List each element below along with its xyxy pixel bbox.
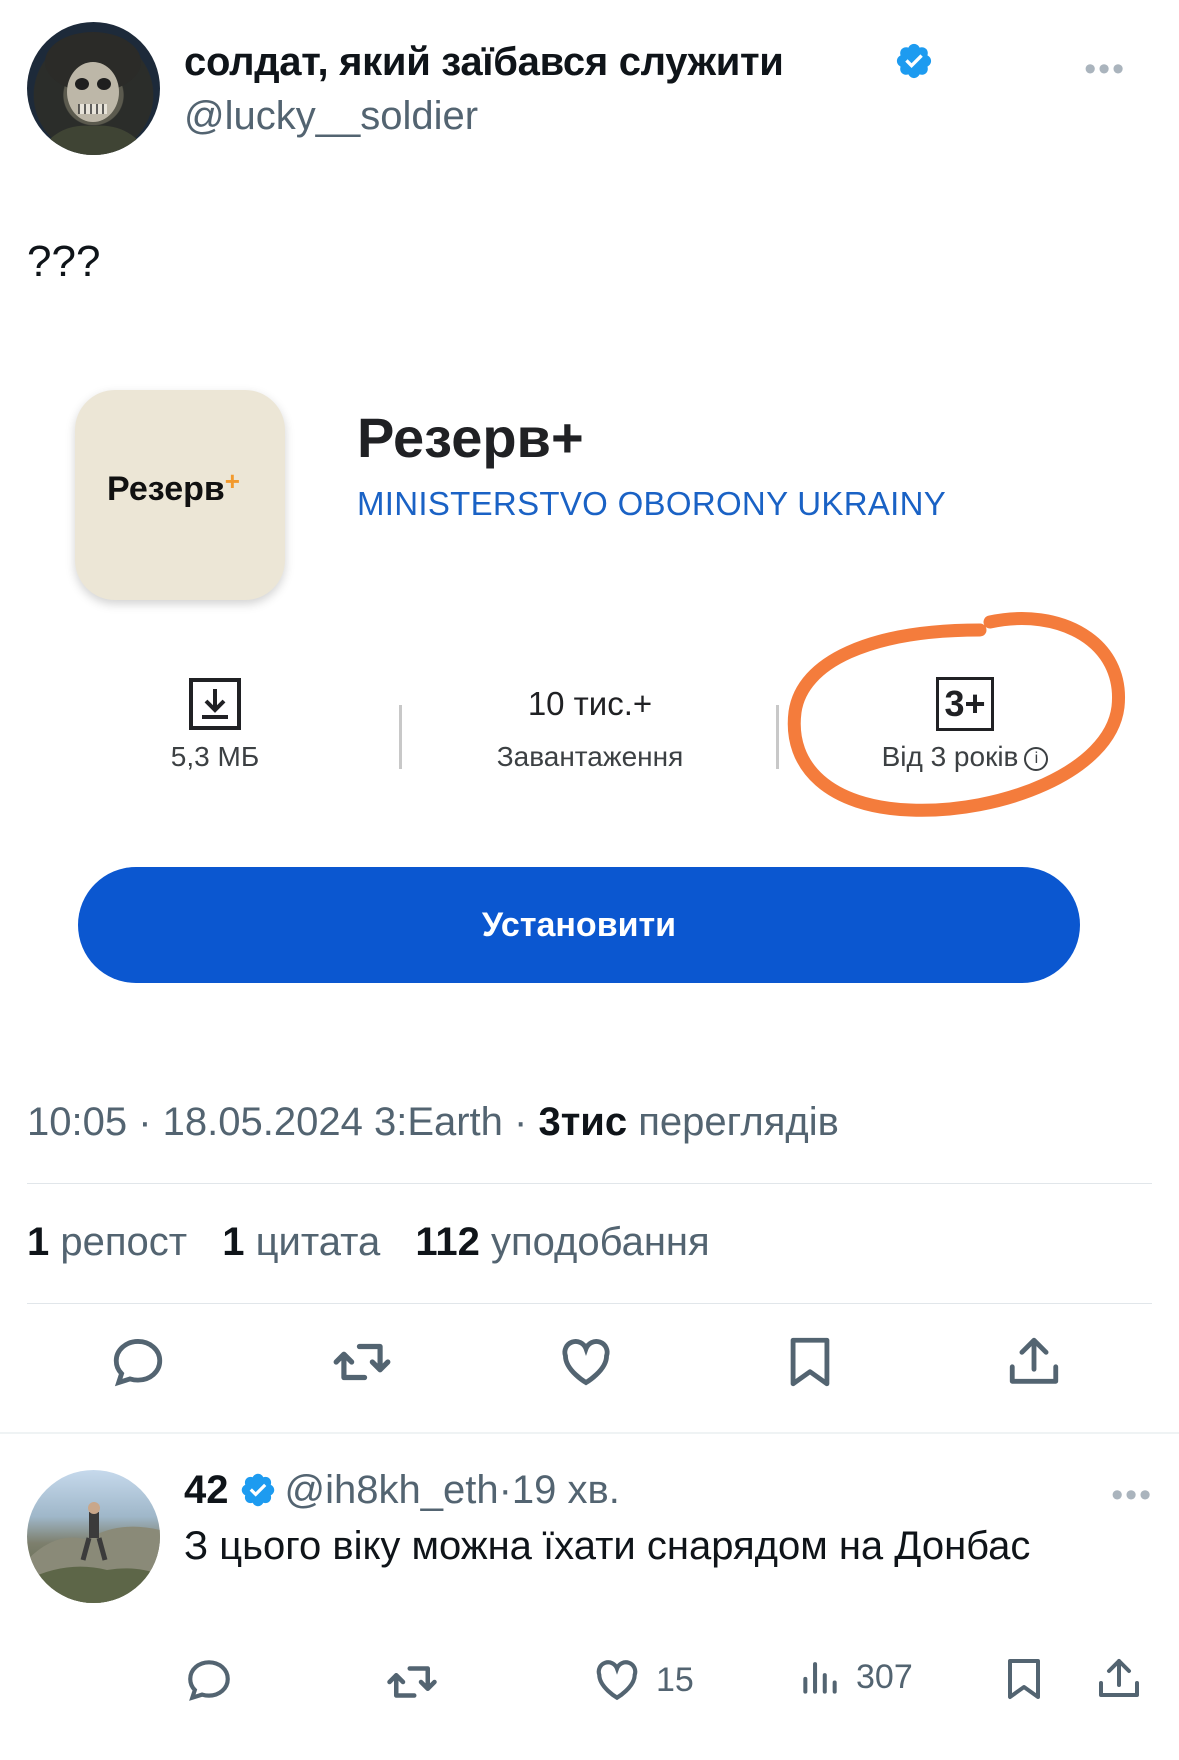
divider (27, 1303, 1152, 1304)
tweet-header: солдат, який заїбався служити @lucky__so… (27, 22, 1152, 158)
install-button[interactable]: Установити (78, 867, 1080, 983)
annotation-circle (787, 612, 1125, 817)
tweet-actions (0, 1330, 1179, 1410)
tweet-meta: 10:05 · 18.05.2024 3:Earth · 3тис перегл… (27, 1100, 839, 1145)
engagement-stats: 1 репост 1 цитата 112 уподобання (27, 1220, 734, 1265)
reply-actions: 15 307 (0, 1655, 1179, 1715)
tweet-text: ??? (27, 237, 101, 286)
author-avatar[interactable] (27, 22, 160, 155)
reply-likes-count: 15 (656, 1660, 694, 1699)
quotes-label: цитата (255, 1220, 381, 1264)
divider (0, 1432, 1179, 1434)
reply-icon (188, 1660, 230, 1701)
reply-bookmark-button[interactable] (1000, 1655, 1048, 1703)
views-icon (803, 1662, 837, 1694)
more-icon[interactable]: ••• (1111, 1476, 1153, 1515)
retweet-icon (387, 1666, 437, 1698)
likes-label: уподобання (490, 1220, 710, 1264)
app-icon-plus: + (224, 466, 240, 496)
verified-badge-icon (896, 43, 932, 79)
views-label: переглядів (627, 1100, 839, 1144)
app-title: Резерв+ (357, 406, 584, 469)
share-icon (1099, 1659, 1139, 1697)
divider (27, 1183, 1152, 1184)
more-icon[interactable]: ••• (1084, 50, 1126, 89)
reply-text: З цього віку можна їхати снарядом на Дон… (184, 1524, 1031, 1568)
stat-divider (776, 705, 779, 769)
quotes-stat[interactable]: 1 цитата (222, 1220, 380, 1264)
reply-author-name[interactable]: 42 (184, 1468, 229, 1512)
tweet-media-image[interactable]: Резерв+ Резерв+ MINISTERSTVO OBORONY UKR… (0, 345, 1179, 1005)
stat-downloads: 10 тис.+ Завантаження (430, 675, 750, 773)
reply-retweet-button[interactable] (385, 1655, 439, 1709)
stat-downloads-value: 10 тис.+ (527, 685, 653, 722)
app-icon-name: Резерв (107, 470, 225, 508)
reply-tweet[interactable]: 42 @ih8kh_eth·19 хв. ••• З цього віку мо… (0, 1440, 1179, 1760)
quotes-count: 1 (222, 1220, 245, 1264)
author-handle[interactable]: @lucky__soldier (184, 94, 478, 139)
reply-author-handle[interactable]: @ih8kh_eth (285, 1468, 499, 1512)
bookmark-icon[interactable] (778, 1330, 842, 1394)
likes-stat[interactable]: 112 уподобання (415, 1220, 709, 1264)
download-icon (189, 678, 241, 730)
heart-icon (596, 1660, 638, 1701)
reply-icon[interactable] (106, 1330, 170, 1394)
heart-icon[interactable] (554, 1330, 618, 1394)
reply-avatar[interactable] (27, 1470, 160, 1603)
reply-time[interactable]: 19 хв. (512, 1468, 620, 1512)
likes-count: 112 (415, 1220, 480, 1264)
stat-size: 5,3 МБ (110, 675, 320, 773)
author-name[interactable]: солдат, який заїбався служити (184, 40, 784, 85)
reply-views-count: 307 (856, 1657, 913, 1696)
share-icon[interactable] (1002, 1330, 1066, 1394)
stat-divider (399, 705, 402, 769)
views-count: 3тис (538, 1100, 628, 1144)
retweet-icon[interactable] (330, 1330, 394, 1394)
stat-downloads-label: Завантаження (496, 741, 684, 772)
bookmark-icon (1008, 1659, 1040, 1699)
reposts-count: 1 (27, 1220, 50, 1264)
reply-share-button[interactable] (1095, 1655, 1143, 1703)
reply-like-button[interactable]: 15 (592, 1655, 694, 1705)
reply-separator: · (498, 1468, 512, 1512)
app-icon: Резерв+ (75, 390, 285, 600)
app-developer: MINISTERSTVO OBORONY UKRAINY (357, 485, 947, 522)
verified-badge-icon (241, 1473, 274, 1507)
tweet-timestamp[interactable]: 10:05 · 18.05.2024 3:Earth · (27, 1100, 538, 1144)
reposts-stat[interactable]: 1 репост (27, 1220, 187, 1264)
stat-size-value: 5,3 МБ (170, 741, 260, 772)
reply-header: 42 @ih8kh_eth·19 хв. (184, 1468, 620, 1513)
reposts-label: репост (60, 1220, 188, 1264)
reply-views-button[interactable]: 307 (798, 1655, 913, 1699)
reply-reply-button[interactable] (184, 1655, 234, 1705)
app-icon-label: Резерв+ (107, 466, 240, 509)
